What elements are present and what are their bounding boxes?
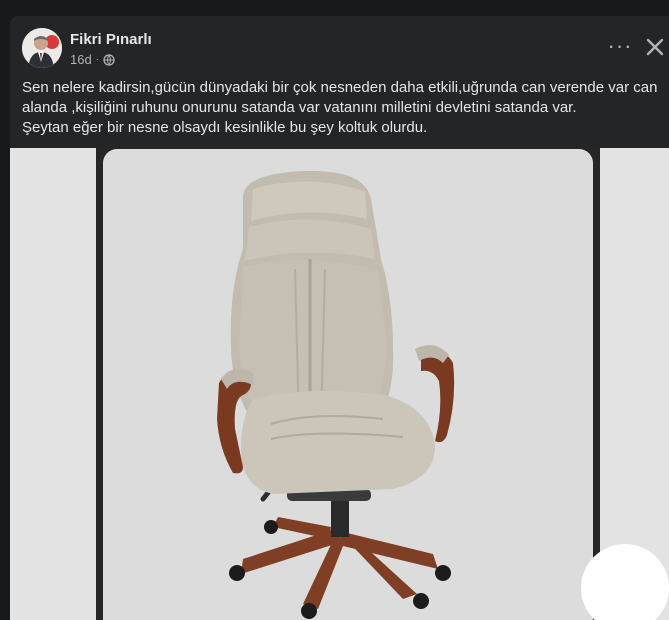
post-text-line: Şeytan eğer bir nesne olsaydı kesinlikle… <box>22 119 428 136</box>
close-button[interactable] <box>642 34 668 60</box>
post-text-line: Sen nelere kadirsin,gücün dünyadaki bir … <box>22 79 658 96</box>
post-image[interactable] <box>10 148 669 620</box>
post-time[interactable]: 16d <box>70 52 92 67</box>
more-options-button[interactable]: ··· <box>606 35 634 60</box>
post-text-line: alanda ,kişiliğini ruhunu onurunu satand… <box>22 99 577 116</box>
post-meta: 16d · <box>70 52 115 67</box>
author-name[interactable]: Fikri Pınarlı <box>70 31 152 48</box>
facebook-post: Fikri Pınarlı 16d · ··· Sen nelere kadir… <box>10 16 669 620</box>
globe-icon <box>103 53 115 66</box>
office-chair-photo <box>217 170 455 619</box>
close-icon <box>646 38 664 56</box>
post-text: Sen nelere kadirsin,gücün dünyadaki bir … <box>22 78 658 138</box>
avatar-photo <box>22 28 62 68</box>
author-avatar[interactable] <box>22 28 62 68</box>
image-backdrop-left <box>10 148 96 620</box>
meta-separator: · <box>95 54 100 65</box>
